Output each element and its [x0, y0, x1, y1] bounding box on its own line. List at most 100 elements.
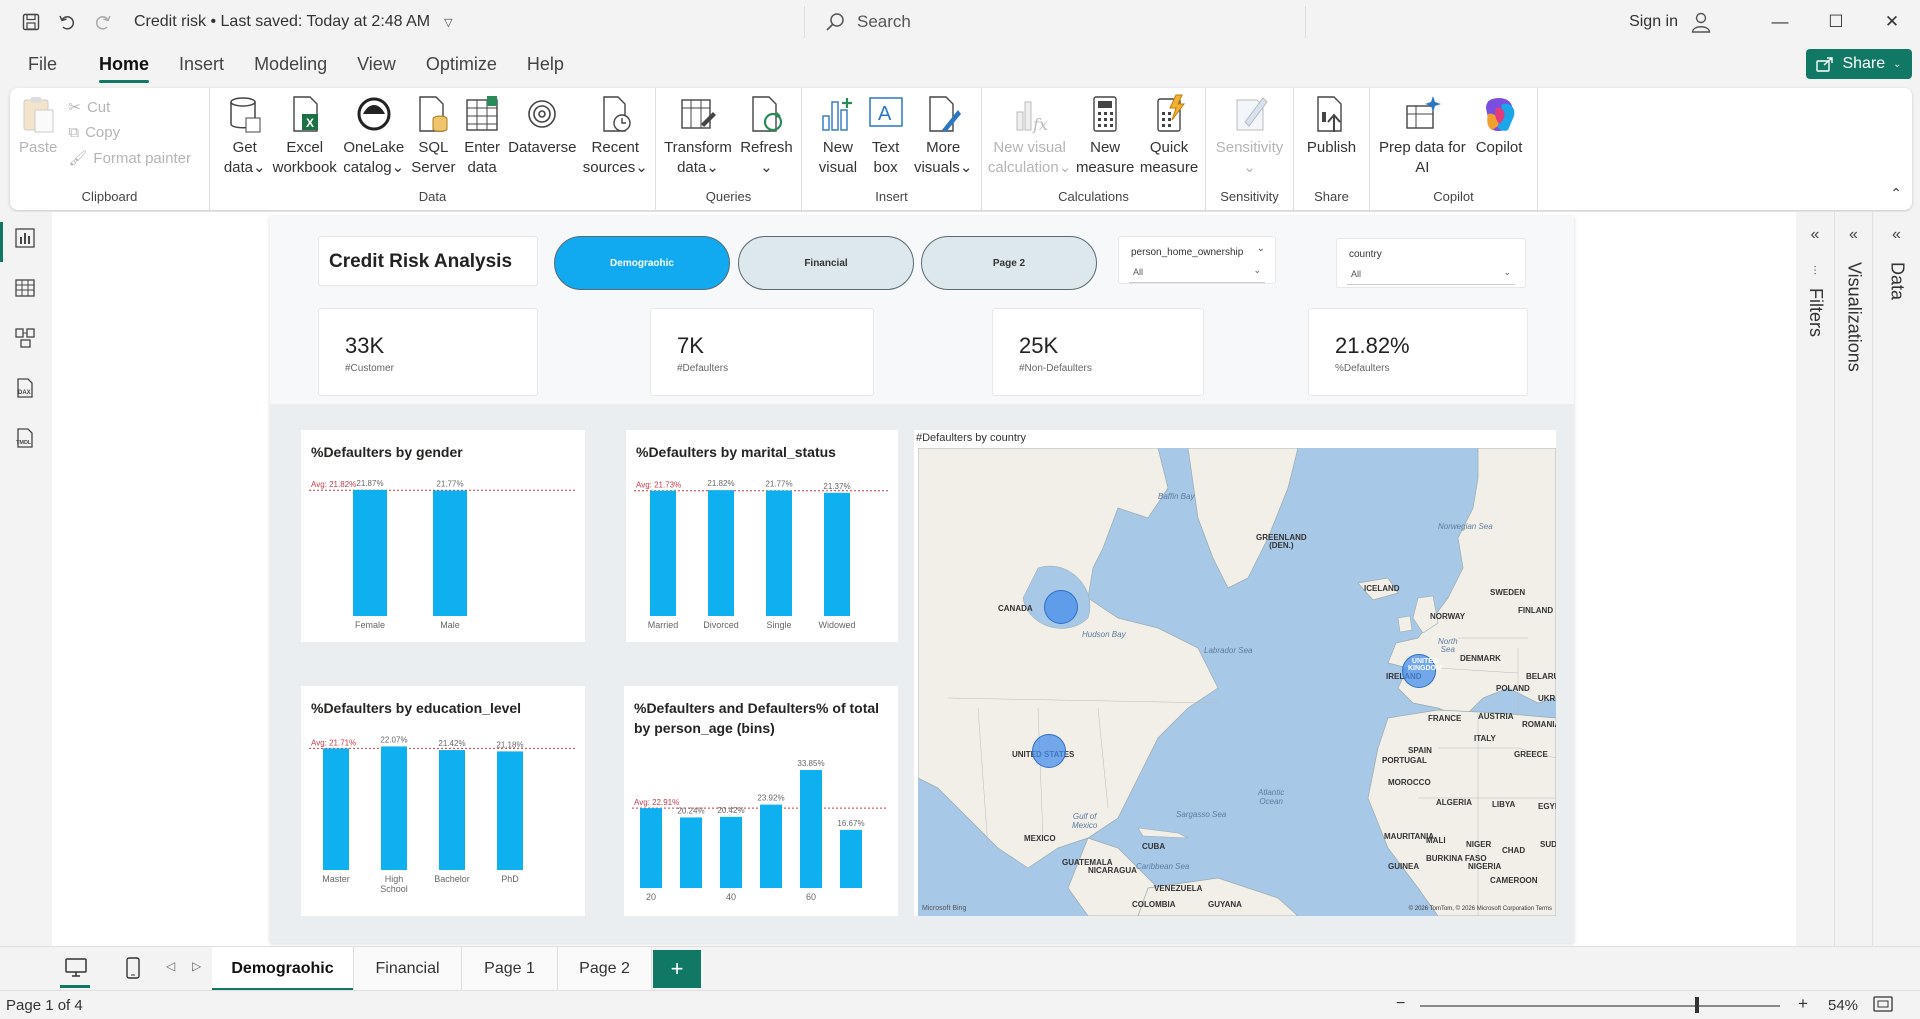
visualizations-pane[interactable]: « Visualizations	[1834, 212, 1872, 946]
map-label-united-kingdom: UNITED KINGDOM	[1408, 658, 1442, 672]
chart-bar[interactable]	[650, 490, 676, 616]
data-label: 33.85%	[797, 759, 824, 768]
view-sidebar: DAX TMDL	[0, 212, 52, 982]
page-tab-page2[interactable]: Page 2	[558, 947, 652, 991]
chart-defaulters-by-gender[interactable]: Avg: 21.82% 21.87% Female 21.77% Male %Defau…	[301, 430, 585, 642]
chart-bar[interactable]	[708, 490, 734, 616]
prev-page-icon[interactable]: ◁	[166, 959, 175, 973]
add-page-button[interactable]: +	[653, 950, 701, 988]
filter-icon: ⫶	[1813, 264, 1817, 278]
map-label-norwegian-sea: Norwegian Sea	[1438, 522, 1493, 531]
zoom-slider-track[interactable]	[1420, 1005, 1780, 1007]
chart-defaulters-by-education-level[interactable]: Avg: 21.71% Master 22.07% High School 21.42% B…	[301, 686, 585, 916]
map-bubble-united-states[interactable]	[1032, 734, 1066, 768]
chart-bar[interactable]	[353, 489, 387, 616]
map-label-nigeria: NIGERIA	[1468, 862, 1502, 871]
chart-bar[interactable]	[439, 750, 465, 870]
chart-bar[interactable]	[760, 804, 782, 888]
nav-button-demographic[interactable]: Demograohic	[554, 236, 730, 290]
data-pane[interactable]: « Data	[1872, 212, 1920, 946]
slicer-country-dropdown[interactable]: All ⌄	[1347, 267, 1515, 285]
fit-to-page-icon[interactable]	[1872, 995, 1894, 1017]
collapse-ribbon-icon[interactable]: ⌃	[1890, 185, 1902, 202]
menu-modeling[interactable]: Modeling	[254, 54, 327, 75]
slicer-home-ownership[interactable]: person_home_ownership ⌄ All ⌄	[1118, 236, 1276, 284]
chevron-down-icon[interactable]: ▽	[444, 16, 452, 29]
page-tab-demographic[interactable]: Demograohic	[212, 947, 354, 991]
group-label-copilot: Copilot	[1433, 189, 1474, 204]
map-label-venezuela: VENEZUELA	[1154, 884, 1203, 893]
close-button[interactable]: ✕	[1864, 0, 1920, 44]
tmdl-view-icon[interactable]: TMDL	[12, 425, 38, 451]
map-label-italy: ITALY	[1474, 734, 1496, 743]
zoom-in-icon[interactable]: +	[1798, 994, 1808, 1014]
chart-defaulters-by-marital-status[interactable]: Avg: 21.73% Married 21.82% Divorced 21.77% Si…	[626, 430, 898, 642]
map-label-guinea: GUINEA	[1388, 862, 1420, 871]
kpi-value: 25K	[1019, 333, 1059, 358]
map-canvas[interactable]: CANADA UNITED STATES GREENLAND (DEN.) IC…	[918, 448, 1556, 916]
chart-bar[interactable]	[323, 748, 349, 870]
transform-icon	[679, 94, 717, 134]
menu-optimize[interactable]: Optimize	[426, 54, 497, 75]
minimize-button[interactable]: —	[1752, 0, 1808, 44]
model-view-icon[interactable]	[12, 325, 38, 351]
chart-bar[interactable]	[766, 490, 792, 616]
slicer-country[interactable]: country All ⌄	[1336, 238, 1526, 288]
chart-bar[interactable]	[433, 490, 467, 616]
sign-in-link[interactable]: Sign in	[1629, 13, 1678, 31]
expand-icon[interactable]: «	[1811, 226, 1820, 244]
dax-query-view-icon[interactable]: DAX	[12, 375, 38, 401]
chart-defaulters-by-person-age[interactable]: Avg: 22.91% 20.24% 20.42% 23.92% 33.85% 16.67…	[624, 686, 898, 916]
user-icon[interactable]	[1690, 11, 1712, 33]
nav-button-page2[interactable]: Page 2	[921, 236, 1097, 290]
menu-file[interactable]: File	[28, 54, 57, 75]
expand-icon[interactable]: «	[1892, 226, 1901, 244]
category-label: Married	[648, 620, 679, 630]
chart-bar[interactable]	[381, 746, 407, 870]
maximize-button[interactable]: ☐	[1808, 0, 1864, 44]
chart-bar[interactable]	[497, 751, 523, 870]
zoom-slider-thumb[interactable]	[1695, 997, 1699, 1013]
new-visual-icon	[819, 94, 857, 134]
nav-button-financial[interactable]: Financial	[738, 236, 914, 290]
map-bubble-canada[interactable]	[1044, 590, 1078, 624]
cut-button[interactable]: ✂ Cut	[68, 98, 191, 117]
table-view-icon[interactable]	[12, 275, 38, 301]
map-defaulters-by-country[interactable]: #Defaulters by country CANADA UNITED GRE…	[914, 430, 1556, 916]
data-label: 23.92%	[757, 794, 784, 803]
report-view-icon[interactable]	[12, 225, 38, 251]
copy-button[interactable]: ⧉ Copy	[68, 124, 191, 141]
chart-bar[interactable]	[640, 808, 662, 888]
slicer-home-ownership-dropdown[interactable]: All ⌄	[1129, 265, 1265, 283]
undo-icon[interactable]	[56, 11, 78, 33]
page-tab-page1[interactable]: Page 1	[462, 947, 558, 991]
share-button[interactable]: Share ⌄	[1806, 49, 1912, 79]
save-icon[interactable]	[20, 11, 42, 33]
chart-bar[interactable]	[800, 770, 822, 888]
chart-bar[interactable]	[824, 492, 850, 616]
map-label-guyana: GUYANA	[1208, 900, 1242, 909]
menu-insert[interactable]: Insert	[179, 54, 224, 75]
data-pane-label: Data	[1887, 262, 1908, 301]
chart-bar[interactable]	[840, 829, 862, 888]
format-painter-button[interactable]: 🖌 Format painter	[68, 149, 191, 168]
mobile-layout-icon[interactable]	[124, 956, 142, 985]
menu-help[interactable]: Help	[527, 54, 564, 75]
zoom-out-icon[interactable]: −	[1396, 995, 1405, 1013]
next-page-icon[interactable]: ▷	[192, 959, 201, 973]
menu-view[interactable]: View	[357, 54, 396, 75]
menu-home[interactable]: Home	[99, 54, 150, 83]
redo-icon[interactable]	[92, 11, 114, 33]
map-label-north-sea: North Sea	[1438, 637, 1458, 654]
kpi-card-customers: 33K #Customer	[318, 308, 538, 396]
category-label: Widowed	[818, 620, 855, 630]
page-tab-financial[interactable]: Financial	[354, 947, 462, 991]
search-box[interactable]: Search	[804, 6, 1306, 38]
chart-bar[interactable]	[720, 816, 742, 888]
group-label-share: Share	[1314, 189, 1349, 204]
data-label: 21.18%	[496, 740, 523, 749]
filters-pane[interactable]: « ⫶ Filters	[1796, 212, 1834, 946]
desktop-layout-icon[interactable]	[64, 957, 88, 984]
chart-bar[interactable]	[680, 817, 702, 888]
expand-icon[interactable]: «	[1849, 226, 1858, 244]
